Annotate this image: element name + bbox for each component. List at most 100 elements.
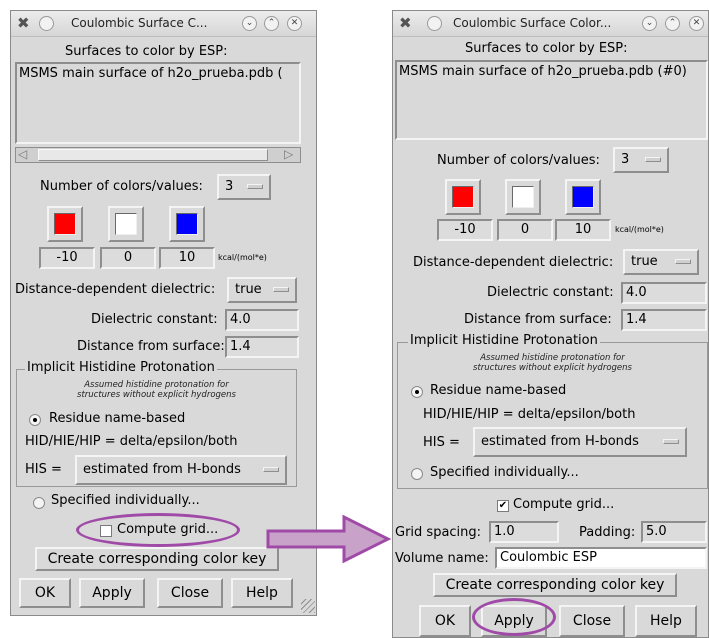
create-color-key-button[interactable]: Create corresponding color key	[433, 573, 677, 597]
distance-surface-field[interactable]: 1.4	[621, 309, 707, 331]
color-well-red[interactable]	[445, 179, 481, 215]
scroll-right-icon[interactable]: ▷	[284, 147, 293, 161]
dielectric-dependent-value: true	[235, 282, 262, 297]
his-label: HIS =	[423, 435, 460, 450]
value-entry-low[interactable]: -10	[437, 219, 493, 241]
create-color-key-button[interactable]: Create corresponding color key	[35, 547, 279, 571]
window-title: Coulombic Surface C...	[71, 16, 208, 30]
radio-residue-based[interactable]	[29, 414, 41, 426]
arrow-icon	[266, 514, 392, 564]
histidine-note: Assumed histidine protonation for struct…	[17, 380, 296, 400]
his-label: HIS =	[25, 462, 62, 477]
chevron-down-icon[interactable]: ⌄	[642, 16, 657, 31]
num-colors-value: 3	[225, 179, 234, 194]
surfaces-label: Surfaces to color by ESP:	[465, 41, 628, 56]
histidine-group-title: Implicit Histidine Protonation	[25, 360, 217, 375]
dielectric-dependent-menu[interactable]: true	[227, 277, 297, 303]
close-button[interactable]: Close	[157, 578, 223, 608]
units-label: kcal/(mol*e)	[615, 225, 664, 234]
help-button[interactable]: Help	[231, 578, 293, 608]
apply-highlight	[472, 598, 556, 636]
num-colors-menu[interactable]: 3	[613, 147, 669, 173]
color-well-blue[interactable]	[169, 206, 205, 242]
value-entry-mid[interactable]: 0	[497, 219, 553, 241]
value-entry-low[interactable]: -10	[39, 247, 95, 269]
hid-hie-hip-label: HID/HIE/HIP = delta/epsilon/both	[423, 407, 636, 422]
his-value: estimated from H-bonds	[83, 462, 241, 477]
histidine-note-line1: Assumed histidine protonation for	[84, 380, 229, 390]
volume-name-field[interactable]: Coulombic ESP	[495, 547, 707, 569]
value-entry-mid[interactable]: 0	[100, 247, 156, 269]
tools-icon: ✖	[399, 14, 412, 32]
close-icon[interactable]: ✕	[689, 16, 704, 31]
num-colors-label: Number of colors/values:	[437, 153, 600, 168]
surface-list-item[interactable]: MSMS main surface of h2o_prueba.pdb (	[19, 66, 283, 81]
num-colors-label: Number of colors/values:	[40, 179, 203, 194]
value-entry-high[interactable]: 10	[159, 247, 215, 269]
ok-button[interactable]: OK	[419, 605, 471, 637]
his-menu[interactable]: estimated from H-bonds	[473, 427, 687, 457]
histidine-note-line2: structures without explicit hydrogens	[77, 390, 236, 400]
radio-residue-label[interactable]: Residue name-based	[430, 383, 566, 398]
radio-specified-label[interactable]: Specified individually...	[51, 493, 200, 508]
close-button[interactable]: Close	[559, 605, 625, 637]
surface-list-item[interactable]: MSMS main surface of h2o_prueba.pdb (#0)	[399, 64, 687, 79]
color-well-blue[interactable]	[565, 179, 601, 215]
color-well-red[interactable]	[47, 206, 83, 242]
circle-menu-icon[interactable]	[39, 16, 54, 31]
distance-surface-field[interactable]: 1.4	[225, 336, 299, 358]
value-entry-high[interactable]: 10	[555, 219, 611, 241]
dielectric-constant-field[interactable]: 4.0	[225, 309, 299, 331]
surfaces-listbox[interactable]: MSMS main surface of h2o_prueba.pdb (#0)	[395, 60, 708, 140]
ok-button[interactable]: OK	[19, 578, 71, 608]
chevron-down-icon[interactable]: ⌄	[242, 16, 257, 31]
dielectric-dependent-menu[interactable]: true	[623, 249, 699, 275]
padding-label: Padding:	[579, 525, 636, 540]
surfaces-label: Surfaces to color by ESP:	[65, 44, 228, 59]
radio-specified-label[interactable]: Specified individually...	[430, 465, 579, 480]
resize-grip[interactable]	[301, 599, 315, 613]
scrollbar-thumb[interactable]	[38, 149, 268, 161]
distance-surface-label: Distance from surface:	[77, 339, 225, 354]
grid-spacing-label: Grid spacing:	[395, 525, 482, 540]
histidine-note-line2: structures without explicit hydrogens	[473, 363, 632, 373]
dielectric-constant-label: Dielectric constant:	[487, 285, 614, 300]
chevron-up-icon[interactable]: ⌃	[264, 16, 279, 31]
color-well-white[interactable]	[505, 179, 541, 215]
radio-residue-based[interactable]	[411, 386, 423, 398]
num-colors-value: 3	[621, 152, 630, 167]
tools-icon: ✖	[17, 14, 30, 32]
dielectric-dependent-value: true	[631, 254, 658, 269]
left-title-bar[interactable]: ✖ Coulombic Surface C... ⌄ ⌃ ✕	[11, 11, 316, 37]
padding-field[interactable]: 5.0	[641, 521, 707, 543]
radio-residue-label[interactable]: Residue name-based	[49, 411, 185, 426]
radio-specified[interactable]	[411, 468, 423, 480]
distance-surface-label: Distance from surface:	[464, 312, 612, 327]
scroll-left-icon[interactable]: ◁	[18, 147, 27, 161]
right-title-bar[interactable]: ✖ Coulombic Surface Color... ⌄ ⌃ ✕	[393, 11, 708, 37]
compute-grid-checkbox[interactable]: ✔	[497, 500, 509, 512]
dielectric-dependent-label: Distance-dependent dielectric:	[15, 282, 216, 297]
compute-grid-label[interactable]: Compute grid...	[513, 497, 614, 512]
dielectric-dependent-label: Distance-dependent dielectric:	[413, 255, 614, 270]
dielectric-constant-label: Dielectric constant:	[91, 312, 218, 327]
his-value: estimated from H-bonds	[481, 434, 639, 449]
close-icon[interactable]: ✕	[287, 16, 302, 31]
histidine-note: Assumed histidine protonation for struct…	[398, 353, 707, 373]
window-title: Coulombic Surface Color...	[453, 16, 612, 30]
horizontal-scrollbar[interactable]: ◁ ▷	[15, 147, 301, 163]
grid-spacing-field[interactable]: 1.0	[489, 521, 559, 543]
hid-hie-hip-label: HID/HIE/HIP = delta/epsilon/both	[25, 434, 238, 449]
units-label: kcal/(mol*e)	[218, 253, 267, 262]
circle-menu-icon[interactable]	[427, 16, 442, 31]
apply-button[interactable]: Apply	[79, 578, 145, 608]
surfaces-listbox[interactable]: MSMS main surface of h2o_prueba.pdb (	[15, 62, 301, 144]
histidine-group-title: Implicit Histidine Protonation	[408, 333, 600, 348]
color-well-white[interactable]	[108, 206, 144, 242]
num-colors-menu[interactable]: 3	[217, 174, 271, 200]
help-button[interactable]: Help	[635, 605, 697, 637]
dielectric-constant-field[interactable]: 4.0	[621, 282, 707, 304]
his-menu[interactable]: estimated from H-bonds	[75, 455, 287, 485]
chevron-up-icon[interactable]: ⌃	[665, 16, 680, 31]
radio-specified[interactable]	[33, 497, 45, 509]
